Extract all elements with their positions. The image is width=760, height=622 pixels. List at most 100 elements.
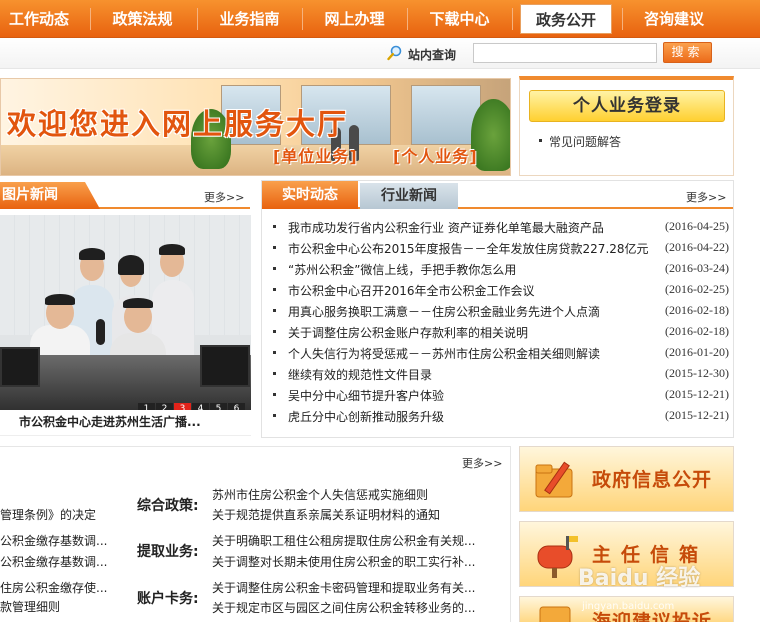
person-hair — [45, 294, 75, 305]
news-item[interactable]: 关于调整住房公积金账户存款利率的相关说明 (2016-02-18) — [262, 322, 733, 342]
nav-item-online[interactable]: 网上办理 — [312, 0, 397, 38]
bullet — [273, 372, 276, 375]
news-title[interactable]: 关于调整住房公积金账户存款利率的相关说明 — [288, 324, 528, 341]
news-title[interactable]: 市公积金中心召开2016年全市公积金工作会议 — [288, 282, 535, 299]
news-date: (2016-02-18) — [665, 303, 729, 317]
category-link[interactable]: 关于规范提供直系亲属关系证明材料的通知 — [212, 506, 440, 523]
nav-item-download[interactable]: 下载中心 — [417, 0, 502, 38]
nav-divider — [197, 8, 198, 30]
category-link[interactable]: 苏州市住房公积金个人失信惩戒实施细则 — [212, 486, 428, 503]
hall-banner: 欢迎您进入网上服务大厅 [单位业务] [个人业务] — [0, 78, 511, 176]
photo-news-more-link[interactable]: 更多>> — [204, 189, 244, 205]
news-title[interactable]: 继续有效的规范性文件目录 — [288, 366, 432, 383]
news-date: (2016-01-20) — [665, 345, 729, 359]
microphone — [96, 319, 105, 345]
policy-more-link[interactable]: 更多>> — [462, 455, 502, 471]
bullet — [273, 246, 276, 249]
category-general: 综合政策: — [137, 498, 199, 514]
photo-news-header: 图片新闻 更多>> — [0, 180, 250, 209]
news-title[interactable]: 虎丘分中心创新推动服务升级 — [288, 408, 444, 425]
news-date: (2015-12-21) — [665, 408, 729, 422]
baidu-watermark-url: jingyan.baidu.com — [582, 601, 675, 612]
news-item[interactable]: 我市成功发行省内公积金行业 资产证券化单笔最大融资产品 (2016-04-25) — [262, 217, 733, 237]
news-item[interactable]: 市公积金中心召开2016年全市公积金工作会议 (2016-02-25) — [262, 280, 733, 300]
policy-section: 更多>> 管理条例》的决定 公积金缴存基数调... 公积金缴存基数调... 住房… — [0, 446, 511, 622]
photo-news-tab[interactable]: 图片新闻 — [0, 182, 100, 209]
category-link[interactable]: 关于规定市区与园区之间住房公积金转移业务的... — [212, 599, 475, 616]
banner-title: 欢迎您进入网上服务大厅 — [7, 107, 349, 141]
banner-link-personal[interactable]: [个人业务] — [393, 143, 478, 167]
baidu-watermark: Baidu 经验 — [578, 566, 701, 591]
person-hair — [123, 298, 153, 308]
news-title[interactable]: 个人失信行为将受惩戒－－苏州市住房公积金相关细则解读 — [288, 345, 600, 362]
photo-news-image[interactable]: 123456 — [0, 215, 251, 415]
mailbox-icon — [537, 536, 578, 578]
folder-pencil-icon — [535, 461, 573, 498]
news-date: (2016-02-18) — [665, 324, 729, 338]
policy-left-link[interactable]: 公积金缴存基数调... — [0, 532, 107, 549]
search-label: 站内查询 — [408, 48, 457, 62]
news-item[interactable]: 吴中分中心细节提升客户体验 (2015-12-21) — [262, 385, 733, 405]
news-item[interactable]: 用真心服务换职工满意－－住房公积金融业务先进个人点滴 (2016-02-18) — [262, 301, 733, 321]
news-title[interactable]: 市公积金中心公布2015年度报告－－全年发放住房贷款227.28亿元 — [288, 240, 649, 257]
tab-realtime[interactable]: 实时动态 — [262, 181, 358, 209]
photo-caption[interactable]: 市公积金中心走进苏州生活广播... — [0, 410, 251, 436]
policy-left-link[interactable]: 公积金缴存基数调... — [0, 553, 107, 570]
category-link[interactable]: 关于明确职工租住公租房提取住房公积金有关规... — [212, 532, 475, 549]
policy-left-link[interactable]: 住房公积金缴存使... — [0, 579, 107, 596]
news-date: (2015-12-21) — [665, 387, 729, 401]
nav-divider — [90, 8, 91, 30]
search-button[interactable]: 搜索 — [663, 42, 712, 63]
news-panel: 实时动态 行业新闻 更多>> 我市成功发行省内公积金行业 资产证券化单笔最大融资… — [261, 180, 734, 438]
news-item[interactable]: 虎丘分中心创新推动服务升级 (2015-12-21) — [262, 406, 733, 426]
bullet — [273, 225, 276, 228]
personal-login-button[interactable]: 个人业务登录 — [529, 90, 725, 122]
category-link[interactable]: 关于调整住房公积金卡密码管理和提取业务有关... — [212, 579, 475, 596]
nav-item-gov-affairs[interactable]: 政务公开 — [520, 4, 612, 34]
news-date: (2016-04-25) — [665, 219, 729, 233]
bullet — [273, 330, 276, 333]
category-link[interactable]: 关于调整对长期未使用住房公积金的职工实行补... — [212, 553, 475, 570]
news-title[interactable]: 用真心服务换职工满意－－住房公积金融业务先进个人点滴 — [288, 303, 600, 320]
news-title[interactable]: “苏州公积金”微信上线，手把手教你怎么用 — [288, 261, 516, 278]
news-more-link[interactable]: 更多>> — [686, 189, 726, 205]
bullet — [539, 139, 542, 142]
page: 工作动态 政策法规 业务指南 网上办理 下载中心 政务公开 咨询建议 站内查询 … — [0, 0, 760, 622]
news-item[interactable]: “苏州公积金”微信上线，手把手教你怎么用 (2016-03-24) — [262, 259, 733, 279]
suggestion-icon — [539, 606, 571, 622]
policy-left-link[interactable]: 管理条例》的决定 — [0, 506, 96, 523]
nav-divider — [622, 8, 623, 30]
banner-link-unit[interactable]: [单位业务] — [273, 143, 358, 167]
bullet — [273, 267, 276, 270]
news-item[interactable]: 个人失信行为将受惩戒－－苏州市住房公积金相关细则解读 (2016-01-20) — [262, 343, 733, 363]
nav-item-consult[interactable]: 咨询建议 — [630, 0, 718, 38]
nav-item-work-news[interactable]: 工作动态 — [0, 0, 78, 38]
nav-item-policy[interactable]: 政策法规 — [100, 0, 185, 38]
news-title[interactable]: 我市成功发行省内公积金行业 资产证券化单笔最大融资产品 — [288, 219, 604, 236]
top-nav: 工作动态 政策法规 业务指南 网上办理 下载中心 政务公开 咨询建议 — [0, 0, 760, 38]
bullet — [273, 288, 276, 291]
news-title[interactable]: 吴中分中心细节提升客户体验 — [288, 387, 444, 404]
bullet — [273, 393, 276, 396]
policy-left-link[interactable]: 款管理细则 — [0, 598, 60, 615]
monitor — [0, 347, 40, 387]
news-date: (2016-02-25) — [665, 282, 729, 296]
nav-divider — [302, 8, 303, 30]
search-input[interactable] — [473, 43, 657, 63]
gov-info-public-button[interactable]: 政府信息公开 — [519, 446, 734, 512]
gov-info-label: 政府信息公开 — [592, 469, 713, 491]
news-tabs: 实时动态 行业新闻 更多>> — [262, 181, 733, 209]
search-bar: 站内查询 搜索 — [0, 38, 760, 69]
faq-link[interactable]: 常见问题解答 — [549, 133, 621, 150]
nav-item-guide[interactable]: 业务指南 — [207, 0, 292, 38]
category-account-card: 账户卡务: — [137, 591, 199, 607]
tab-industry[interactable]: 行业新闻 — [360, 183, 458, 209]
nav-divider — [512, 8, 513, 30]
category-withdrawal: 提取业务: — [137, 544, 199, 560]
news-item[interactable]: 市公积金中心公布2015年度报告－－全年发放住房贷款227.28亿元 (2016-… — [262, 238, 733, 258]
bullet — [273, 309, 276, 312]
bullet — [273, 414, 276, 417]
news-item[interactable]: 继续有效的规范性文件目录 (2015-12-30) — [262, 364, 733, 384]
news-date: (2015-12-30) — [665, 366, 729, 380]
person-hair — [159, 244, 185, 255]
